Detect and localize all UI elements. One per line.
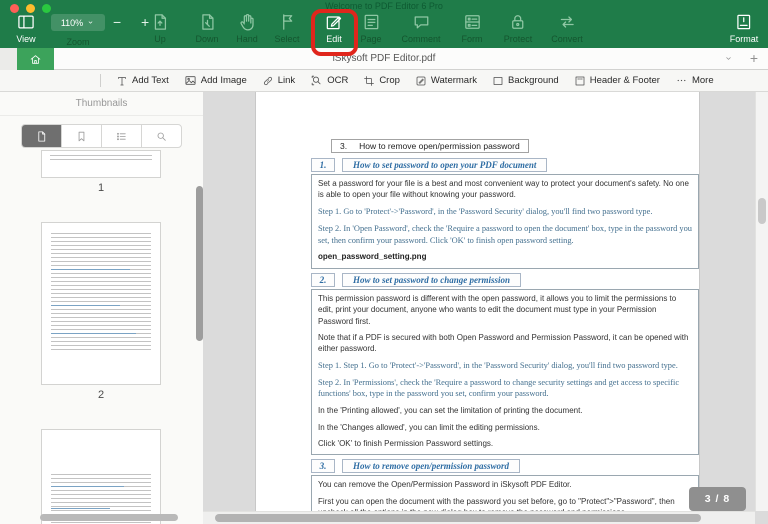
section-2-body: This permission password is different wi… bbox=[311, 289, 699, 456]
comment-mode-button[interactable]: Comment bbox=[401, 11, 440, 44]
main-toolbar: Welcome to PDF Editor 6 Pro View 110% Zo… bbox=[0, 0, 768, 48]
edit-mode-button[interactable]: Edit bbox=[324, 11, 344, 44]
select-tool-button[interactable]: Select bbox=[274, 11, 299, 44]
thumbnail-page-2[interactable] bbox=[41, 222, 161, 385]
section-3-header: 3. How to remove open/permission passwor… bbox=[311, 459, 699, 473]
thumbnails-sidebar: Thumbnails 1 2 bbox=[0, 92, 203, 524]
sidebar-horizontal-scrollbar[interactable] bbox=[40, 514, 178, 521]
thumbnail-number-1: 1 bbox=[41, 182, 161, 194]
divider bbox=[100, 74, 101, 87]
page-up-button[interactable]: Up bbox=[150, 11, 170, 44]
pdf-page-content: 3.How to remove open/permission password… bbox=[311, 136, 699, 524]
tab-thumbnails[interactable] bbox=[22, 125, 62, 147]
watermark-button[interactable]: Watermark bbox=[415, 75, 477, 87]
list-icon bbox=[115, 130, 128, 143]
thumbnail-text-lines bbox=[50, 155, 152, 163]
document-horizontal-scrollbar[interactable] bbox=[203, 511, 755, 524]
pdf-page[interactable]: 3.How to remove open/permission password… bbox=[255, 92, 700, 524]
zoom-value: 110% bbox=[61, 18, 83, 28]
page-mode-button[interactable]: Page bbox=[360, 11, 381, 44]
select-flag-icon bbox=[277, 11, 297, 32]
tab-annotations[interactable] bbox=[102, 125, 142, 147]
chevron-down-icon bbox=[86, 18, 95, 27]
more-tools-button[interactable]: More bbox=[675, 74, 714, 87]
crop-button[interactable]: Crop bbox=[363, 75, 400, 87]
zoom-group-label: Zoom bbox=[66, 37, 89, 47]
page-icon bbox=[361, 11, 381, 32]
new-tab-button[interactable]: + bbox=[750, 48, 758, 70]
protect-mode-button[interactable]: Protect bbox=[504, 11, 533, 44]
form-icon bbox=[462, 11, 482, 32]
hand-tool-button[interactable]: Hand bbox=[236, 11, 258, 44]
convert-mode-button[interactable]: Convert bbox=[551, 11, 583, 44]
zoom-out-button[interactable]: − bbox=[113, 13, 121, 31]
sidebar-panel-title: Thumbnails bbox=[0, 92, 203, 116]
hand-icon bbox=[237, 11, 257, 32]
more-ellipsis-icon bbox=[675, 74, 688, 87]
background-button[interactable]: Background bbox=[492, 75, 559, 87]
page-number-badge: 3 / 8 bbox=[689, 487, 746, 511]
zoom-in-button[interactable]: + bbox=[141, 13, 149, 31]
form-mode-button[interactable]: Form bbox=[462, 11, 483, 44]
add-text-button[interactable]: Add Text bbox=[116, 75, 169, 87]
app-window: Welcome to PDF Editor 6 Pro View 110% Zo… bbox=[0, 0, 768, 524]
lock-icon bbox=[508, 11, 528, 32]
vertical-scrollbar-handle[interactable] bbox=[758, 198, 766, 224]
convert-arrows-icon bbox=[557, 11, 577, 32]
add-image-button[interactable]: Add Image bbox=[184, 74, 247, 87]
header-footer-icon bbox=[574, 75, 586, 87]
section-1-body: Set a password for your file is a best a… bbox=[311, 174, 699, 269]
page-down-button[interactable]: Down bbox=[195, 11, 218, 44]
sidebar-vertical-scrollbar[interactable] bbox=[196, 186, 203, 341]
sidebar-view-switcher bbox=[21, 124, 182, 148]
watermark-icon bbox=[415, 75, 427, 87]
document-vertical-scrollbar[interactable] bbox=[755, 92, 768, 511]
comment-bubble-icon bbox=[411, 11, 431, 32]
bookmark-icon bbox=[75, 130, 88, 143]
background-rect-icon bbox=[492, 75, 504, 87]
ocr-magnifier-icon bbox=[310, 74, 323, 87]
image-icon bbox=[184, 74, 197, 87]
view-panel-icon bbox=[16, 11, 36, 32]
tab-list-chevron-icon[interactable] bbox=[723, 53, 734, 64]
page-up-icon bbox=[150, 11, 170, 32]
thumbnail-number-2: 2 bbox=[41, 389, 161, 401]
ocr-button[interactable]: OCR bbox=[310, 74, 348, 87]
thumbnail-page-3[interactable] bbox=[41, 429, 161, 524]
doc-heading: 3.How to remove open/permission password bbox=[331, 139, 529, 153]
tab-bookmarks[interactable] bbox=[62, 125, 102, 147]
view-button[interactable]: View bbox=[16, 11, 36, 44]
tab-search[interactable] bbox=[142, 125, 181, 147]
section-1-header: 1. How to set password to open your PDF … bbox=[311, 158, 699, 172]
add-text-icon bbox=[116, 75, 128, 87]
zoom-level-dropdown[interactable]: 110% bbox=[51, 14, 105, 31]
thumbnail-page-1[interactable] bbox=[41, 150, 161, 178]
format-panel-icon bbox=[734, 11, 754, 32]
page-thumbnail-icon bbox=[35, 130, 48, 143]
section-2-header: 2. How to set password to change permiss… bbox=[311, 273, 699, 287]
window-title: Welcome to PDF Editor 6 Pro bbox=[0, 1, 768, 11]
format-panel-button[interactable]: Format bbox=[730, 11, 759, 44]
link-chain-icon bbox=[262, 75, 274, 87]
horizontal-scrollbar-handle[interactable] bbox=[215, 514, 701, 522]
tab-bar: iSkysoft PDF Editor.pdf + bbox=[0, 48, 768, 70]
edit-pencil-icon bbox=[324, 11, 344, 32]
page-down-icon bbox=[197, 11, 217, 32]
document-tab[interactable]: iSkysoft PDF Editor.pdf bbox=[0, 48, 768, 70]
document-viewer: 3.How to remove open/permission password… bbox=[203, 92, 768, 524]
link-button[interactable]: Link bbox=[262, 75, 295, 87]
crop-icon bbox=[363, 75, 375, 87]
content-area: Thumbnails 1 2 bbox=[0, 92, 768, 524]
search-icon bbox=[155, 130, 168, 143]
header-footer-button[interactable]: Header & Footer bbox=[574, 75, 660, 87]
edit-tools-bar: Add Text Add Image Link OCR Crop Waterma… bbox=[0, 70, 768, 92]
